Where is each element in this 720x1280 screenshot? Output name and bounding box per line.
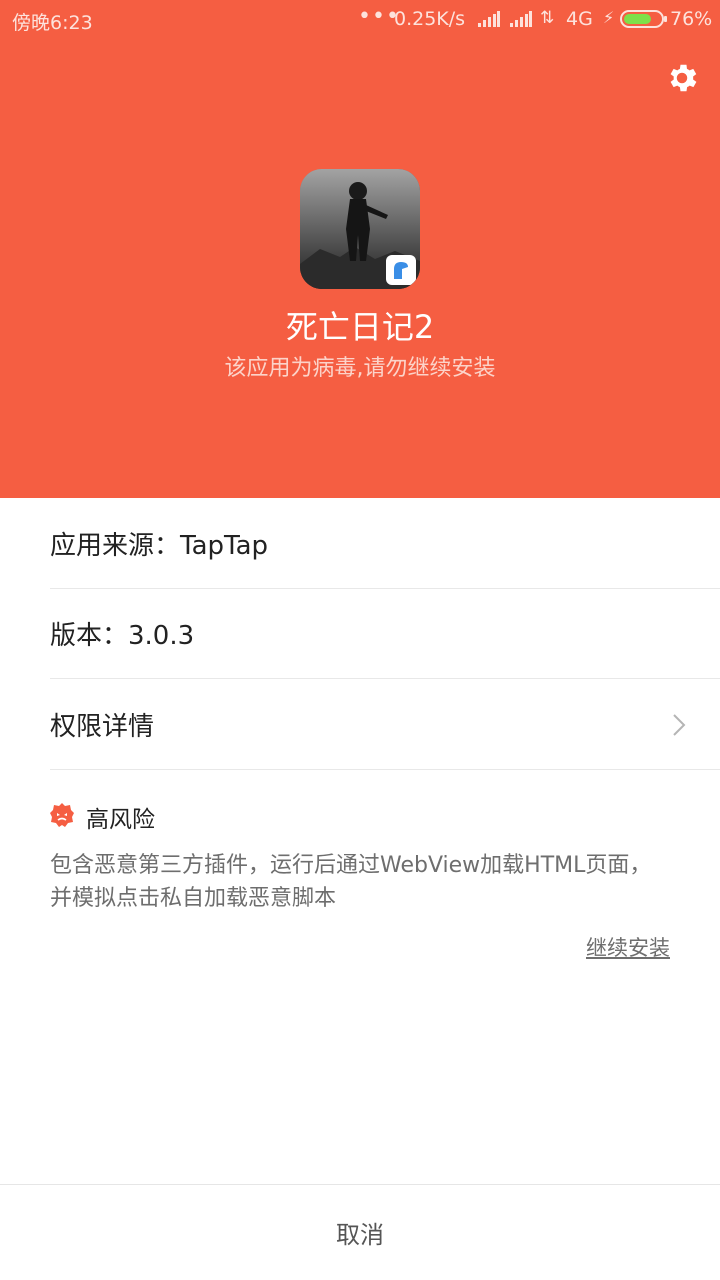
app-icon bbox=[300, 169, 420, 289]
continue-install-link[interactable]: 继续安装 bbox=[586, 932, 670, 962]
install-warning-screen: 傍晚6:23 ••• 0.25K/s ⇅ 4G ⚡ 76% 死亡日记2 该应用为… bbox=[0, 0, 720, 1280]
bottom-action-bar: 取消 bbox=[0, 1184, 720, 1280]
version-label: 版本：3.0.3 bbox=[50, 621, 195, 651]
installer-badge-icon bbox=[386, 255, 416, 285]
app-source-row: 应用来源：TapTap bbox=[50, 499, 720, 589]
app-source-label: 应用来源：TapTap bbox=[50, 531, 269, 561]
app-name: 死亡日记2 bbox=[285, 308, 435, 346]
version-row: 版本：3.0.3 bbox=[50, 589, 720, 679]
charging-icon: ⚡ bbox=[603, 8, 615, 27]
battery-percent: 76% bbox=[670, 8, 713, 30]
network-type: 4G bbox=[566, 8, 593, 30]
signal-icon-2 bbox=[510, 10, 532, 32]
risk-description: 包含恶意第三方插件，运行后通过WebView加载HTML页面，并模拟点击私自加载… bbox=[50, 853, 652, 911]
permissions-label: 权限详情 bbox=[50, 712, 155, 742]
signal-icon-1 bbox=[478, 10, 500, 32]
warning-face-icon bbox=[49, 802, 75, 828]
cancel-button[interactable]: 取消 bbox=[336, 1215, 384, 1250]
permissions-row[interactable]: 权限详情 bbox=[50, 680, 720, 770]
warning-header: 傍晚6:23 ••• 0.25K/s ⇅ 4G ⚡ 76% 死亡日记2 该应用为… bbox=[0, 0, 720, 498]
risk-level-title: 高风险 bbox=[86, 807, 155, 833]
data-arrows-icon: ⇅ bbox=[540, 8, 555, 28]
status-time: 傍晚6:23 bbox=[12, 12, 93, 34]
battery-icon bbox=[620, 10, 667, 28]
chevron-right-icon bbox=[672, 713, 686, 737]
gear-icon[interactable] bbox=[664, 60, 700, 96]
status-bar: 傍晚6:23 ••• 0.25K/s ⇅ 4G ⚡ 76% bbox=[0, 0, 720, 40]
virus-warning-text: 该应用为病毒,请勿继续安装 bbox=[224, 356, 496, 381]
network-speed: 0.25K/s bbox=[394, 8, 466, 30]
